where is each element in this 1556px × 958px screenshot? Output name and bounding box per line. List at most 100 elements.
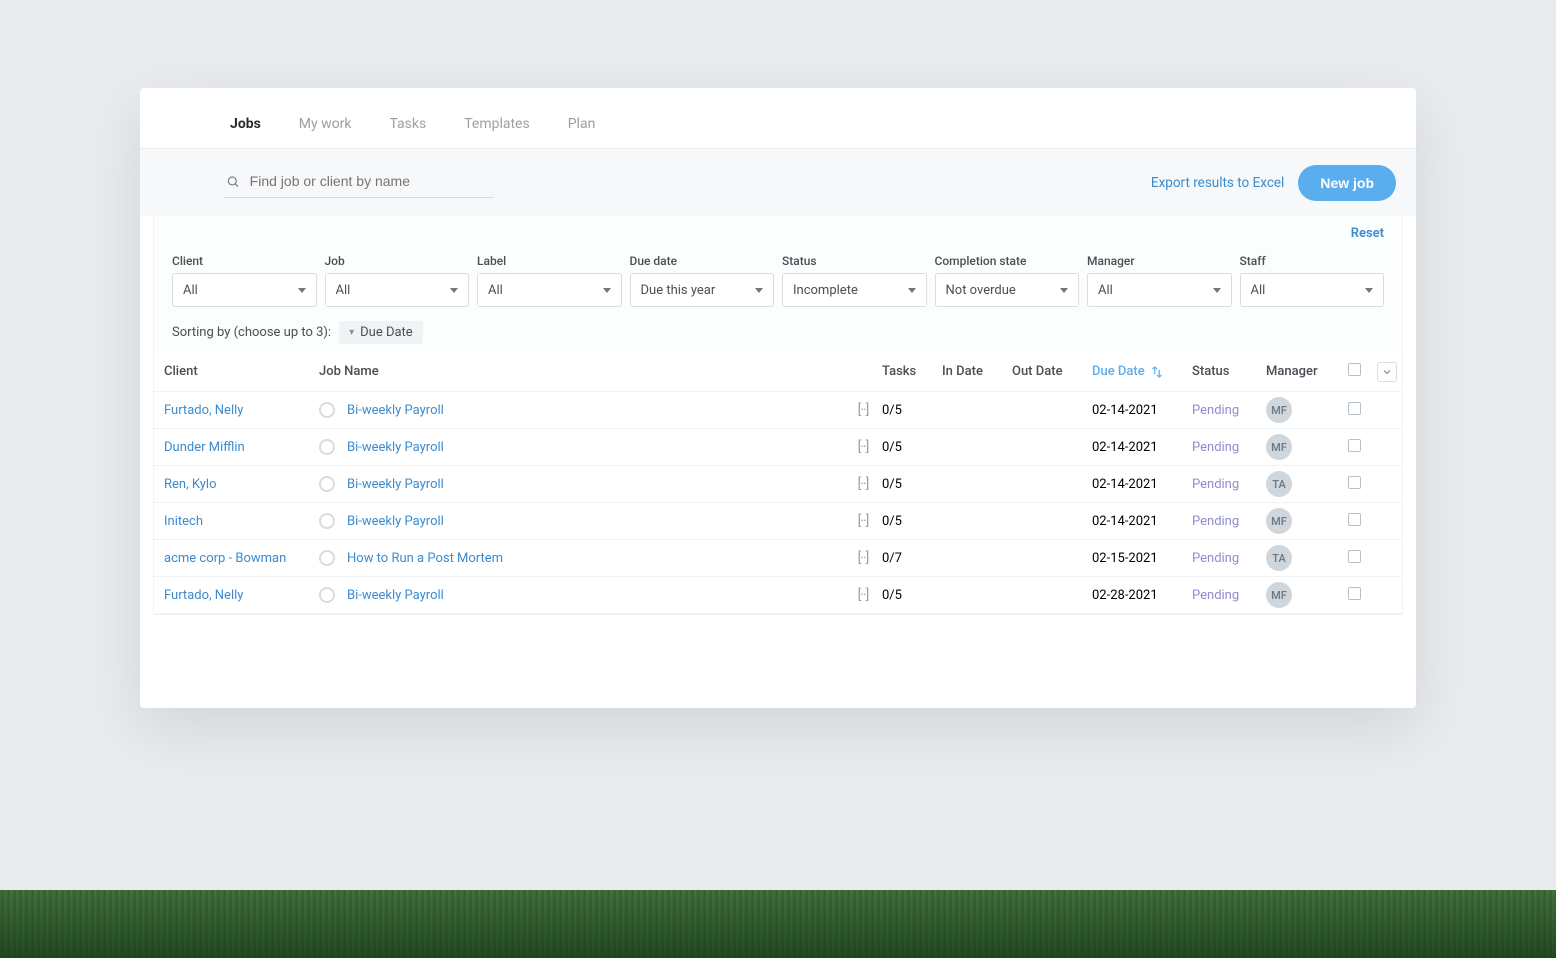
avatar[interactable]: MF	[1266, 434, 1292, 460]
status-circle-icon[interactable]	[319, 476, 335, 492]
row-checkbox[interactable]	[1348, 513, 1361, 526]
filter-due-date: Due date Due this year	[630, 254, 775, 307]
chevron-down-icon	[1060, 288, 1068, 293]
filter-value: Due this year	[641, 283, 716, 298]
chevron-down-icon	[1365, 288, 1373, 293]
col-header-due-date[interactable]: Due Date	[1092, 364, 1192, 379]
new-job-button[interactable]: New job	[1298, 165, 1396, 201]
export-link[interactable]: Export results to Excel	[1151, 175, 1284, 191]
filter-manager: ManagerAll	[1087, 254, 1232, 307]
reset-filters-link[interactable]: Reset	[1351, 226, 1384, 241]
chevron-down-icon	[755, 288, 763, 293]
avatar[interactable]: MF	[1266, 397, 1292, 423]
filters-panel: Reset ClientAllJobAllLabelAllDue dateDue…	[153, 216, 1403, 352]
column-options-button[interactable]	[1377, 362, 1397, 382]
avatar[interactable]: MF	[1266, 508, 1292, 534]
status-circle-icon[interactable]	[319, 550, 335, 566]
table-row: InitechBi-weekly Payroll[··]0/502-14-202…	[154, 503, 1402, 540]
status-circle-icon[interactable]	[319, 439, 335, 455]
filter-select-completion-state[interactable]: Not overdue	[935, 273, 1080, 307]
job-link[interactable]: Bi-weekly Payroll	[347, 514, 444, 529]
tab-templates[interactable]: Templates	[464, 116, 530, 148]
avatar[interactable]: TA	[1266, 471, 1292, 497]
client-link[interactable]: Ren, Kylo	[154, 477, 309, 492]
status-badge[interactable]: Pending	[1192, 514, 1266, 529]
job-link[interactable]: How to Run a Post Mortem	[347, 551, 503, 566]
tasks-count: 0/5	[882, 477, 942, 492]
client-link[interactable]: Furtado, Nelly	[154, 403, 309, 418]
job-link[interactable]: Bi-weekly Payroll	[347, 477, 444, 492]
avatar[interactable]: MF	[1266, 582, 1292, 608]
manager-cell: MF	[1266, 397, 1336, 423]
due-date: 02-14-2021	[1092, 440, 1192, 455]
row-checkbox[interactable]	[1348, 476, 1361, 489]
expand-icon[interactable]: [··]	[858, 550, 869, 566]
col-header-client[interactable]: Client	[154, 364, 309, 379]
filter-select-manager[interactable]: All	[1087, 273, 1232, 307]
filter-label: Label	[477, 254, 622, 268]
row-checkbox[interactable]	[1348, 402, 1361, 415]
job-link[interactable]: Bi-weekly Payroll	[347, 440, 444, 455]
filter-value: All	[183, 283, 198, 298]
tab-plan[interactable]: Plan	[568, 116, 596, 148]
col-header-tasks[interactable]: Tasks	[882, 364, 942, 379]
filters-row: ClientAllJobAllLabelAllDue dateDue this …	[172, 254, 1384, 307]
row-checkbox[interactable]	[1348, 439, 1361, 452]
chevron-down-icon	[298, 288, 306, 293]
tasks-count: 0/5	[882, 403, 942, 418]
col-header-out-date[interactable]: Out Date	[1012, 364, 1092, 379]
col-header-status[interactable]: Status	[1192, 364, 1266, 379]
col-header-select-all[interactable]	[1336, 363, 1372, 380]
tab-my-work[interactable]: My work	[299, 116, 352, 148]
tab-tasks[interactable]: Tasks	[389, 116, 426, 148]
filter-select-label[interactable]: All	[477, 273, 622, 307]
tasks-count: 0/7	[882, 551, 942, 566]
row-checkbox[interactable]	[1348, 550, 1361, 563]
search-box[interactable]	[224, 167, 494, 198]
filter-value: All	[1098, 283, 1113, 298]
status-badge[interactable]: Pending	[1192, 551, 1266, 566]
filter-value: Not overdue	[946, 283, 1016, 298]
status-circle-icon[interactable]	[319, 513, 335, 529]
client-link[interactable]: acme corp - Bowman	[154, 551, 309, 566]
sort-chip-due-date[interactable]: ▾ Due Date	[339, 321, 423, 344]
filter-select-staff[interactable]: All	[1240, 273, 1385, 307]
status-badge[interactable]: Pending	[1192, 477, 1266, 492]
expand-icon[interactable]: [··]	[858, 476, 869, 492]
tab-jobs[interactable]: Jobs	[230, 116, 261, 148]
client-link[interactable]: Furtado, Nelly	[154, 588, 309, 603]
col-header-job-name[interactable]: Job Name	[309, 364, 844, 379]
filter-select-status[interactable]: Incomplete	[782, 273, 927, 307]
manager-cell: TA	[1266, 545, 1336, 571]
table-header-row: Client Job Name Tasks In Date Out Date D…	[154, 352, 1402, 392]
status-badge[interactable]: Pending	[1192, 440, 1266, 455]
filter-label: Due date	[630, 254, 775, 268]
avatar[interactable]: TA	[1266, 545, 1292, 571]
job-link[interactable]: Bi-weekly Payroll	[347, 403, 444, 418]
expand-icon[interactable]: [··]	[858, 439, 869, 455]
status-badge[interactable]: Pending	[1192, 588, 1266, 603]
job-name-cell: Bi-weekly Payroll	[309, 513, 844, 529]
filter-label: Label All	[477, 254, 622, 307]
filter-label: Status	[782, 254, 927, 268]
expand-icon[interactable]: [··]	[858, 402, 869, 418]
filter-staff: StaffAll	[1240, 254, 1385, 307]
filter-select-due-date[interactable]: Due this year	[630, 273, 775, 307]
select-all-checkbox[interactable]	[1348, 363, 1361, 376]
client-link[interactable]: Initech	[154, 514, 309, 529]
row-checkbox[interactable]	[1348, 587, 1361, 600]
col-header-in-date[interactable]: In Date	[942, 364, 1012, 379]
client-link[interactable]: Dunder Mifflin	[154, 440, 309, 455]
filter-select-job[interactable]: All	[325, 273, 470, 307]
status-circle-icon[interactable]	[319, 402, 335, 418]
filter-select-client[interactable]: All	[172, 273, 317, 307]
status-badge[interactable]: Pending	[1192, 403, 1266, 418]
status-circle-icon[interactable]	[319, 587, 335, 603]
expand-icon[interactable]: [··]	[858, 587, 869, 603]
col-header-manager[interactable]: Manager	[1266, 364, 1336, 379]
job-link[interactable]: Bi-weekly Payroll	[347, 588, 444, 603]
expand-icon[interactable]: [··]	[858, 513, 869, 529]
search-input[interactable]	[250, 173, 492, 189]
chevron-down-icon	[450, 288, 458, 293]
filter-label: Completion state	[935, 254, 1080, 268]
